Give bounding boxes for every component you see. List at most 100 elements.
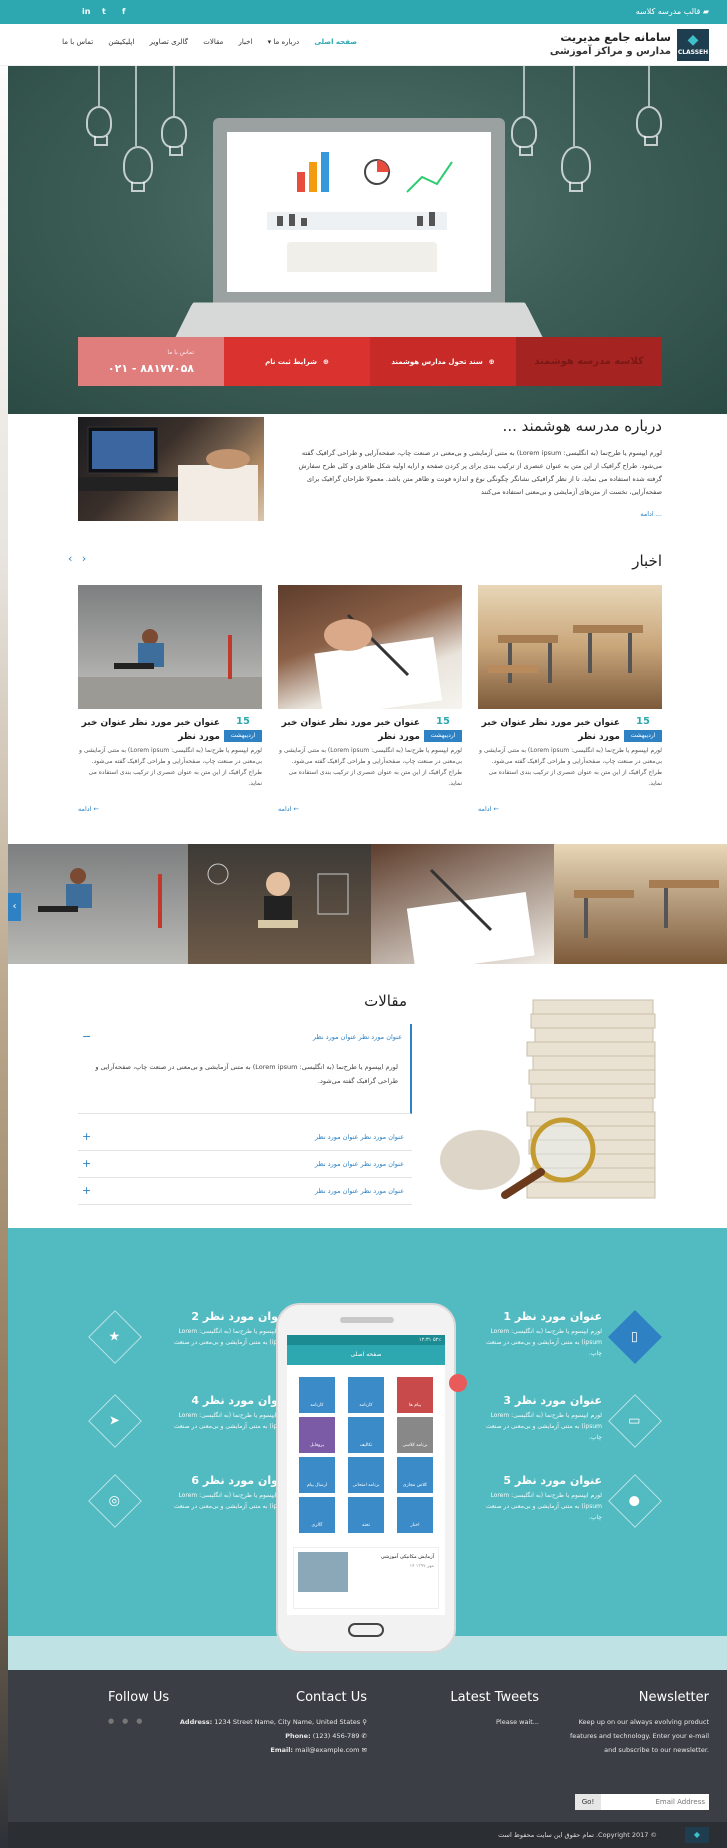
bulb-wire xyxy=(523,66,525,116)
phone-speaker xyxy=(340,1317,394,1323)
menu-item-contact[interactable]: تماس با ما xyxy=(62,38,93,46)
cta-register[interactable]: شرایط ثبت نام ⊕ xyxy=(224,337,370,386)
footer-logo-icon: ◆ xyxy=(685,1827,709,1843)
news-card[interactable]: 15 اردیبهشت عنوان خبر مورد نظر عنوان خبر… xyxy=(278,585,462,825)
newsletter-email-input[interactable] xyxy=(601,1794,709,1810)
cta-phone-label: تماس با ما xyxy=(167,348,194,356)
twitter-icon[interactable]: t xyxy=(102,7,106,16)
menu-item-gallery[interactable]: گالری تصاویر xyxy=(150,38,189,46)
accordion-item[interactable]: عنوان مورد نظر عنوان مورد نظر + xyxy=(78,1178,412,1205)
minus-icon[interactable]: − xyxy=(82,1030,91,1043)
app-tile[interactable]: کارنامه xyxy=(348,1377,384,1413)
accordion-item-label[interactable]: عنوان مورد نظر عنوان مورد نظر xyxy=(315,1187,404,1195)
newsletter-form: Go! xyxy=(575,1794,709,1810)
news-card-title[interactable]: عنوان خبر مورد نظر عنوان خبر مورد نظر xyxy=(478,716,620,744)
news-read-more[interactable]: ادامه ← xyxy=(78,805,99,813)
plus-icon[interactable]: + xyxy=(82,1184,91,1197)
lightbulb-icon xyxy=(561,146,591,192)
app-tile[interactable]: برنامه امتحانی xyxy=(348,1457,384,1493)
menu-item-articles[interactable]: مقالات xyxy=(203,38,223,46)
news-card-text: لورم ایپسوم یا طرح‌نما (به انگلیسی: Lore… xyxy=(279,747,462,787)
feature-3: ▭ عنوان مورد نظر 3 لورم ایپسوم یا طرح‌نم… xyxy=(474,1394,674,1454)
app-tile[interactable]: برنامه کلاسی xyxy=(397,1417,433,1453)
cta-manifest[interactable]: سند تحول مدارس هوشمند ⊕ xyxy=(370,337,516,386)
cta-bar: تماس با ما ۰۲۱ - ۸۸۱۷۷۰۵۸ شرایط ثبت نام … xyxy=(78,337,662,386)
cta-manifest-label: سند تحول مدارس هوشمند xyxy=(391,357,483,366)
accordion-item-open[interactable]: عنوان مورد نظر عنوان مورد نظر − لورم ایپ… xyxy=(78,1024,412,1114)
bulb-wire xyxy=(98,66,100,106)
news-read-more[interactable]: ادامه ← xyxy=(278,805,299,813)
laptop-illustration xyxy=(171,118,547,345)
news-card-title[interactable]: عنوان خبر مورد نظر عنوان خبر مورد نظر xyxy=(78,716,220,744)
app-tile[interactable]: تخته xyxy=(348,1497,384,1533)
logo-brand: CLASSEH xyxy=(677,49,709,56)
phone-screen: ۱۲:۳۱ ۵۲٪ صفحه اصلی کارنامه کارنامه پیام… xyxy=(287,1335,445,1615)
globe-icon: ◎ xyxy=(88,1474,142,1528)
about-text: لورم ایپسوم یا طرح‌نما (به انگلیسی: Lore… xyxy=(298,449,662,496)
news-card-title[interactable]: عنوان خبر مورد نظر عنوان خبر مورد نظر xyxy=(278,716,420,744)
about-read-more[interactable]: ادامه ... xyxy=(640,510,662,518)
twitter-icon[interactable]: ● xyxy=(122,1717,136,1725)
newsletter-go-button[interactable]: Go! xyxy=(575,1794,601,1810)
facebook-icon[interactable]: ● xyxy=(108,1717,122,1725)
accordion-item[interactable]: عنوان مورد نظر عنوان مورد نظر + xyxy=(78,1124,412,1151)
accordion-item-label[interactable]: عنوان مورد نظر عنوان مورد نظر xyxy=(315,1160,404,1168)
feature-6: ◎ عنوان مورد نظر 6 لورم ایپسوم یا طرح‌نم… xyxy=(88,1474,290,1534)
menu-item-application[interactable]: اپلیکیشن xyxy=(108,38,134,46)
footer-social-icons: ●●● xyxy=(108,1717,218,1725)
topbar-title-text: قالب مدرسه کلاسه xyxy=(635,7,701,16)
menu-item-home[interactable]: صفحه اصلی xyxy=(314,38,357,46)
app-tile[interactable]: پیام ها xyxy=(397,1377,433,1413)
gallery-image[interactable] xyxy=(8,844,188,964)
news-read-more[interactable]: ادامه ← xyxy=(478,805,499,813)
cta-phone[interactable]: تماس با ما ۰۲۱ - ۸۸۱۷۷۰۵۸ xyxy=(78,337,224,386)
app-tile[interactable]: کارنامه xyxy=(299,1377,335,1413)
gallery-image[interactable] xyxy=(554,844,727,964)
app-tile[interactable]: کلاس مجازی xyxy=(397,1457,433,1493)
phone-news-post[interactable]: آزمایش مکانیکی آموزشی ۱۴ مهر ۱۳۹۷ xyxy=(293,1547,439,1609)
gallery-image[interactable] xyxy=(188,844,371,964)
footer-tweets-title: Latest Tweets xyxy=(450,1690,539,1705)
phone-icon: ▯ xyxy=(608,1310,662,1364)
plus-icon[interactable]: + xyxy=(82,1157,91,1170)
news-carousel-arrows[interactable]: ‹ › xyxy=(68,552,89,565)
accordion-item-label[interactable]: عنوان مورد نظر عنوان مورد نظر xyxy=(315,1133,404,1141)
logo-mark: ◆ CLASSEH xyxy=(677,29,709,61)
news-card-text: لورم ایپسوم یا طرح‌نما (به انگلیسی: Lore… xyxy=(479,747,662,787)
plus-icon[interactable]: + xyxy=(82,1130,91,1143)
accordion-item[interactable]: عنوان مورد نظر عنوان مورد نظر + xyxy=(78,1151,412,1178)
menu-item-news[interactable]: اخبار xyxy=(239,38,253,46)
star-icon: ★ xyxy=(88,1310,142,1364)
app-tile[interactable]: تکالیف xyxy=(348,1417,384,1453)
phone-value: (123) 456-789 xyxy=(312,1732,360,1740)
linkedin-icon[interactable]: ● xyxy=(136,1717,150,1725)
feature-1: ▯ عنوان مورد نظر 1 لورم ایپسوم یا طرح‌نم… xyxy=(474,1310,674,1370)
app-tile[interactable]: اخبار xyxy=(397,1497,433,1533)
menu-item-about[interactable]: درباره ما ▾ xyxy=(268,38,299,46)
gallery-image[interactable] xyxy=(371,844,554,973)
app-tile[interactable]: پروفایل xyxy=(299,1417,335,1453)
email-value[interactable]: mail@example.com xyxy=(295,1746,359,1754)
copyright-bar: © Copyright 2017. تمام حقوق این سایت محف… xyxy=(8,1822,727,1848)
post-date: ۱۴ مهر ۱۳۹۷ xyxy=(409,1564,434,1569)
accordion-item-label[interactable]: عنوان مورد نظر عنوان مورد نظر xyxy=(313,1033,402,1041)
news-card[interactable]: 15 اردیبهشت عنوان خبر مورد نظر عنوان خبر… xyxy=(478,585,662,825)
footer-tweets: Latest Tweets Please wait... xyxy=(419,1690,539,1729)
bulb-wire xyxy=(135,66,137,146)
red-dot-decoration xyxy=(449,1374,467,1392)
cta-smart-school[interactable]: کلاسه مدرسه هوشمند xyxy=(516,337,662,386)
facebook-icon[interactable]: f xyxy=(122,7,125,16)
site-logo[interactable]: ◆ CLASSEH سامانه جامع مدیریت مدارس و مرا… xyxy=(550,29,709,61)
feature-desc: لورم ایپسوم یا طرح‌نما (به انگلیسی: Lore… xyxy=(173,1412,290,1441)
app-tile[interactable]: ارسال پیام xyxy=(299,1457,335,1493)
cta-phone-number: ۰۲۱ - ۸۸۱۷۷۰۵۸ xyxy=(107,361,194,375)
bulb-wire xyxy=(648,66,650,106)
news-title: اخبار xyxy=(632,552,662,570)
footer-newsletter: Newsletter Keep up on our always evolvin… xyxy=(569,1690,709,1810)
lightbulb-icon xyxy=(123,146,153,192)
news-card[interactable]: 15 اردیبهشت عنوان خبر مورد نظر عنوان خبر… xyxy=(78,585,262,825)
linkedin-icon[interactable]: in xyxy=(82,7,90,16)
app-tile[interactable]: گالری xyxy=(299,1497,335,1533)
gallery-prev-arrow-icon[interactable]: ‹ xyxy=(8,893,21,921)
news-month: اردیبهشت xyxy=(424,730,462,742)
